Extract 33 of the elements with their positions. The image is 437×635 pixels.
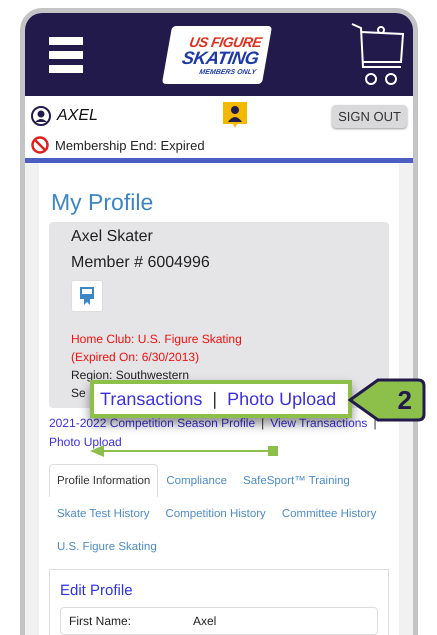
tab[interactable]: Profile Information	[49, 464, 158, 497]
menu-icon[interactable]	[49, 36, 83, 72]
member-number: Member # 6004996	[71, 254, 210, 272]
callout-separator: |	[212, 388, 218, 410]
profile-link[interactable]: Photo Upload	[49, 433, 122, 452]
link-separator: |	[261, 415, 264, 432]
sign-out-button[interactable]: SIGN OUT	[332, 104, 407, 128]
section-text: Se	[71, 385, 86, 402]
field-value: Axel	[193, 614, 218, 628]
certificate-icon	[80, 287, 94, 305]
home-club: Home Club: U.S. Figure Skating	[71, 331, 242, 348]
tab[interactable]: Competition History	[157, 497, 274, 530]
user-name: AXEL	[57, 107, 98, 125]
field-label: First Name:	[69, 614, 132, 628]
expired-date: (Expired On: 6/30/2013)	[71, 349, 200, 366]
prohibited-icon	[31, 136, 49, 154]
region: Region: Southwestern	[71, 367, 190, 384]
panel-title: Edit Profile	[60, 582, 134, 599]
tab[interactable]: Skate Test History	[49, 497, 158, 530]
tab[interactable]: Compliance	[158, 464, 236, 497]
cart-icon[interactable]	[351, 22, 405, 88]
page-title: My Profile	[51, 189, 154, 216]
certificate-button[interactable]	[71, 280, 103, 312]
callout-link[interactable]: Transactions	[100, 388, 202, 410]
tab[interactable]: SafeSport™ Training	[235, 464, 358, 497]
tab[interactable]: Committee History	[274, 497, 384, 530]
user-icon	[31, 106, 51, 126]
profile-link[interactable]: 2021-2022 Competition Season Profile	[49, 414, 256, 433]
person-icon[interactable]	[223, 102, 248, 130]
member-name: Axel Skater	[71, 228, 153, 246]
callout-link[interactable]: Photo Upload	[227, 388, 336, 410]
membership-status: Membership End: Expired	[55, 138, 205, 152]
tab[interactable]: U.S. Figure Skating	[49, 530, 165, 563]
